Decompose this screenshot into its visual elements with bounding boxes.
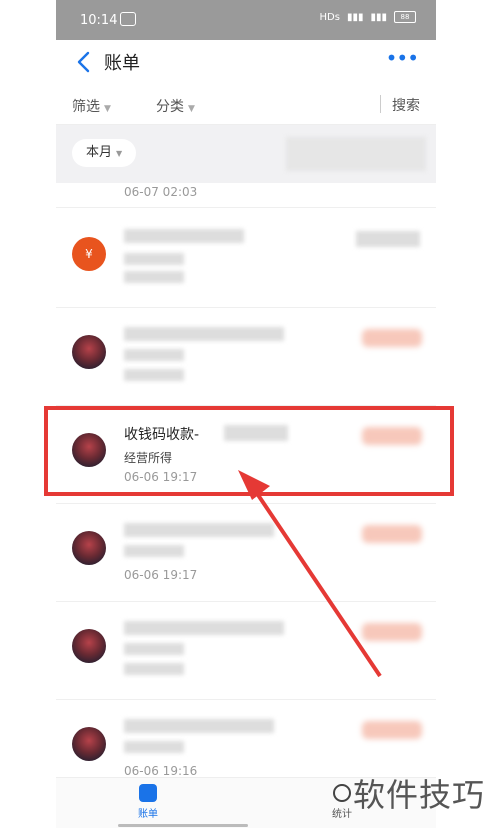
arrow-annotation-icon	[238, 470, 382, 678]
watermark-text: 软件技巧	[353, 776, 486, 814]
